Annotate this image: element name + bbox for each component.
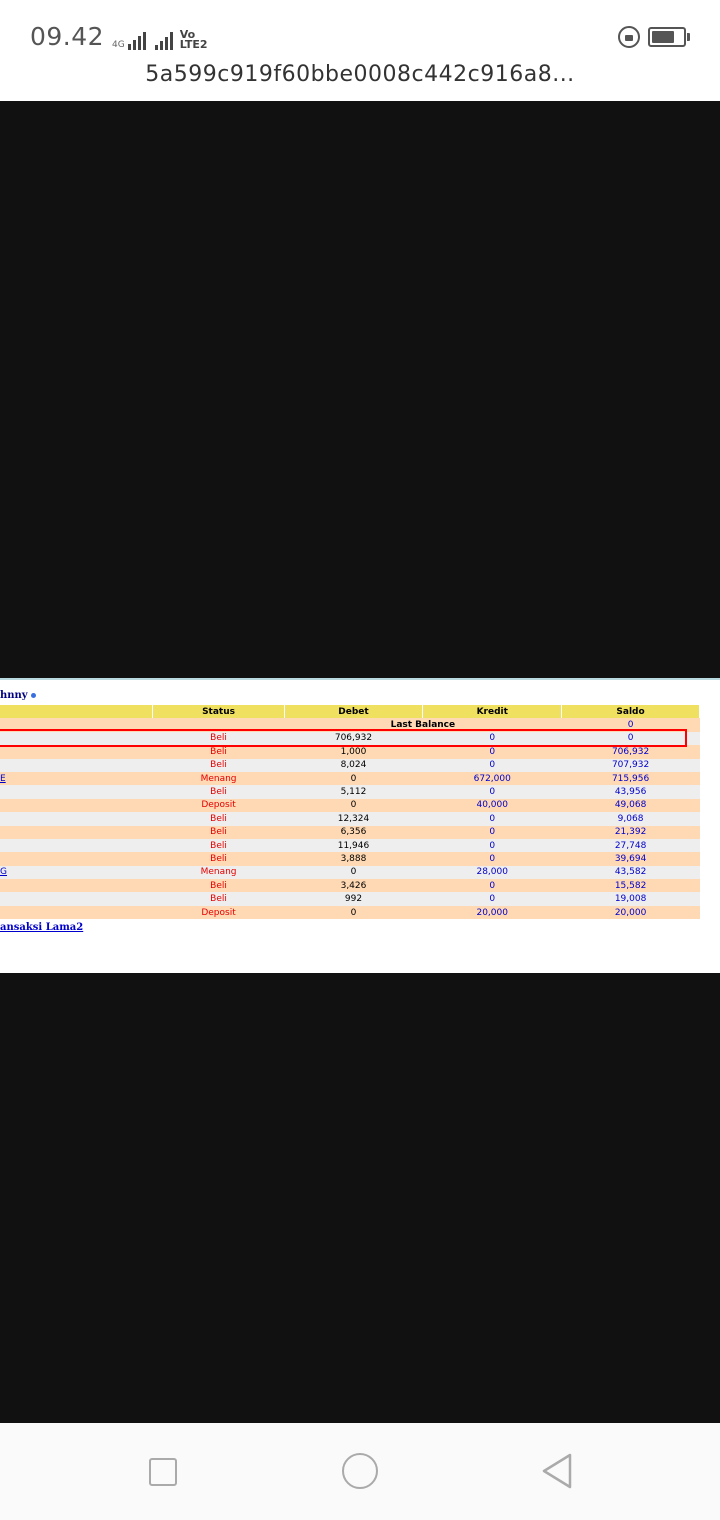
row-saldo: 43,582 <box>561 865 700 880</box>
status-bar: 09.42 4G Vo LTE2 <box>0 0 720 66</box>
row-status: Menang <box>152 865 285 880</box>
row-status: Deposit <box>152 905 285 920</box>
row-saldo: 21,392 <box>561 825 700 839</box>
row-saldo: 39,694 <box>561 852 700 866</box>
battery-icon <box>648 27 690 47</box>
table-row: Beli 6,356 0 21,392 <box>0 825 700 839</box>
clock: 09.42 <box>30 22 105 51</box>
col-header-saldo: Saldo <box>561 705 700 719</box>
table-row: Beli 1,000 0 706,932 <box>0 745 700 759</box>
row-saldo: 706,932 <box>561 745 700 759</box>
row-saldo: 707,932 <box>561 758 700 772</box>
row-debet: 12,324 <box>284 812 423 826</box>
row-saldo: 19,008 <box>561 892 700 906</box>
col-header-kredit: Kredit <box>422 705 563 719</box>
row-status: Beli <box>152 879 285 893</box>
back-icon[interactable] <box>540 1453 574 1489</box>
col-header-debet: Debet <box>284 705 424 719</box>
row-ref-link[interactable]: E <box>0 774 6 784</box>
volte-label: Vo LTE2 <box>179 28 208 51</box>
row-debet: 0 <box>284 771 423 786</box>
row-status: Beli <box>152 852 285 866</box>
user-name-text: hnny <box>0 690 28 701</box>
table-row: Deposit 0 20,000 20,000 <box>0 905 700 920</box>
table-row: Deposit 0 40,000 49,068 <box>0 798 700 813</box>
row-ref-link[interactable]: G <box>0 867 7 877</box>
row-saldo: 43,956 <box>561 785 700 799</box>
row-status: Beli <box>152 812 285 826</box>
row-saldo: 715,956 <box>561 771 700 786</box>
row-debet: 0 <box>284 865 423 880</box>
row-saldo: 20,000 <box>561 905 700 920</box>
row-saldo: 27,748 <box>561 838 700 853</box>
signal-bars-sim2 <box>154 30 173 50</box>
user-name: hnny <box>0 690 36 701</box>
recent-apps-icon[interactable] <box>149 1458 177 1486</box>
table-row: Beli 3,888 0 39,694 <box>0 852 700 866</box>
row-kredit: 20,000 <box>422 905 562 920</box>
dark-area-bottom <box>0 973 720 1423</box>
row-status: Beli <box>152 825 285 839</box>
row-kredit: 0 <box>422 745 562 759</box>
row-status: Beli <box>152 892 285 906</box>
row-kredit: 0 <box>422 852 562 866</box>
row-debet: 0 <box>284 905 423 920</box>
row-kredit: 0 <box>422 785 562 799</box>
row-kredit: 0 <box>422 838 562 853</box>
row-saldo: 9,068 <box>561 812 700 826</box>
signal-icon: 4G Vo LTE2 <box>112 24 208 50</box>
row-saldo: 15,582 <box>561 879 700 893</box>
row-kredit: 28,000 <box>422 865 562 880</box>
row-debet: 992 <box>284 892 423 906</box>
col-header-ref <box>0 705 154 719</box>
row-debet: 5,112 <box>284 785 423 799</box>
row-kredit: 0 <box>422 825 562 839</box>
row-debet: 0 <box>284 798 423 813</box>
row-debet: 11,946 <box>284 838 423 853</box>
table-row: Beli 5,112 0 43,956 <box>0 785 700 799</box>
row-kredit: 0 <box>422 879 562 893</box>
table-row: Beli 992 0 19,008 <box>0 892 700 906</box>
row-status: Beli <box>152 758 285 772</box>
page-title: 5a599c919f60bbe0008c442c916a8... <box>145 62 575 87</box>
network-type-label: 4G <box>112 40 125 50</box>
row-kredit: 40,000 <box>422 798 562 813</box>
dark-area-top <box>0 101 720 678</box>
row-saldo: 49,068 <box>561 798 700 813</box>
table-row: Beli 12,324 0 9,068 <box>0 812 700 826</box>
row-kredit: 672,000 <box>422 771 562 786</box>
highlight-box <box>0 729 687 747</box>
table-row: Beli 8,024 0 707,932 <box>0 758 700 772</box>
row-kredit: 0 <box>422 812 562 826</box>
table-row: E Menang 0 672,000 715,956 <box>0 771 700 786</box>
transaction-screenshot: hnny Status Debet Kredit Saldo Last Bala… <box>0 678 720 975</box>
row-debet: 3,888 <box>284 852 423 866</box>
info-icon <box>30 693 36 698</box>
col-header-status: Status <box>152 705 285 719</box>
row-debet: 3,426 <box>284 879 423 893</box>
row-status: Beli <box>152 785 285 799</box>
table-row: Beli 3,426 0 15,582 <box>0 879 700 893</box>
table-header: Status Debet Kredit Saldo <box>0 705 700 719</box>
row-kredit: 0 <box>422 892 562 906</box>
old-transactions-link[interactable]: ansaksi Lama2 <box>0 922 83 933</box>
row-kredit: 0 <box>422 758 562 772</box>
table-row: G Menang 0 28,000 43,582 <box>0 865 700 880</box>
row-debet: 8,024 <box>284 758 423 772</box>
table-row: Beli 11,946 0 27,748 <box>0 838 700 853</box>
signal-bars-sim1 <box>127 30 146 50</box>
lock-rotation-icon <box>618 26 640 48</box>
home-icon[interactable] <box>342 1453 378 1489</box>
row-debet: 6,356 <box>284 825 423 839</box>
row-status: Beli <box>152 745 285 759</box>
row-status: Deposit <box>152 798 285 813</box>
row-status: Menang <box>152 771 285 786</box>
row-status: Beli <box>152 838 285 853</box>
row-debet: 1,000 <box>284 745 423 759</box>
